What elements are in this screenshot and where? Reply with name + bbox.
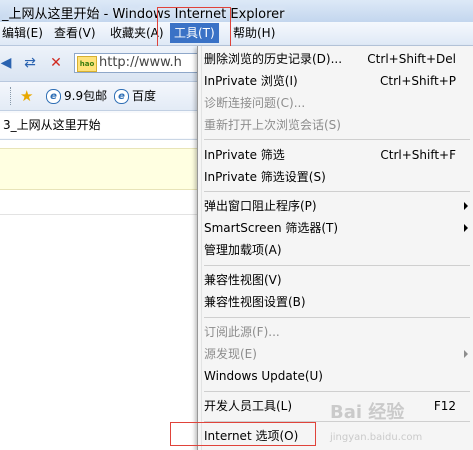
menu-item-compat-view-settings[interactable]: 兼容性视图设置(B): [204, 292, 306, 312]
menu-item-feed-discovery: 源发现(E): [204, 344, 257, 364]
menu-item-windows-update[interactable]: Windows Update(U): [204, 366, 323, 386]
menu-separator: [204, 391, 470, 392]
menu-item-label: 开发人员工具(L): [204, 399, 293, 413]
title-bar: _上网从这里开始 - Windows Internet Explorer: [0, 0, 473, 23]
site-favicon: hao: [77, 56, 97, 72]
menu-edit[interactable]: 编辑(E): [0, 25, 45, 42]
menu-item-smartscreen[interactable]: SmartScreen 筛选器(T): [204, 218, 338, 238]
menu-item-label: 管理加载项(A): [204, 243, 282, 257]
menu-item-subscribe-feed: 订阅此源(F)...: [204, 322, 280, 342]
menu-item-label: InPrivate 浏览(I): [204, 74, 298, 88]
ie-page-icon: e: [114, 89, 129, 104]
favorite-item[interactable]: e 百度: [114, 88, 156, 104]
menu-item-developer-tools[interactable]: 开发人员工具(L): [204, 396, 292, 416]
window-title: _上网从这里开始 - Windows Internet Explorer: [2, 7, 285, 22]
watermark: Bai 经验 jingyan.baidu.com: [330, 398, 422, 445]
shortcut-label: F12: [433, 399, 456, 413]
menu-item-diagnose-connection: 诊断连接问题(C)...: [204, 93, 305, 113]
menu-separator: [204, 265, 470, 266]
menu-item-label: Windows Update(U): [204, 369, 323, 383]
menu-item-label: 源发现(E): [204, 347, 257, 361]
menu-item-inprivate-filter-settings[interactable]: InPrivate 筛选设置(S): [204, 167, 326, 187]
menu-item-label: SmartScreen 筛选器(T): [204, 221, 339, 235]
menu-item-label: InPrivate 筛选: [204, 148, 285, 162]
menu-item-reopen-session: 重新打开上次浏览会话(S): [204, 115, 341, 135]
favorites-star-icon[interactable]: ★: [20, 87, 33, 105]
annotation-box-internet-options: [170, 422, 316, 446]
menu-item-label: 删除浏览的历史记录(D)...: [204, 52, 343, 66]
favorite-label: 百度: [132, 89, 157, 103]
back-icon[interactable]: ◀: [0, 53, 16, 73]
submenu-arrow-icon: [464, 224, 468, 232]
shortcut-label: Ctrl+Shift+P: [380, 74, 456, 88]
menu-item-label: 兼容性视图设置(B): [204, 295, 306, 309]
menu-item-manage-addons[interactable]: 管理加载项(A): [204, 240, 282, 260]
menu-help[interactable]: 帮助(H): [231, 25, 277, 42]
ie-page-icon: e: [46, 89, 61, 104]
menu-item-label: 弹出窗口阻止程序(P): [204, 199, 317, 213]
menu-item-label: 订阅此源(F)...: [204, 325, 280, 339]
menu-gutter: [198, 46, 202, 450]
page-divider: [0, 214, 200, 215]
menu-item-inprivate-filter[interactable]: InPrivate 筛选: [204, 145, 285, 165]
menu-item-label: InPrivate 筛选设置(S): [204, 170, 326, 184]
watermark-text: Bai 经验: [330, 402, 405, 423]
menu-item-compat-view[interactable]: 兼容性视图(V): [204, 270, 282, 290]
menu-item-delete-history[interactable]: 删除浏览的历史记录(D)...: [204, 49, 342, 69]
stop-icon[interactable]: ✕: [46, 53, 66, 73]
menu-item-inprivate-browsing[interactable]: InPrivate 浏览(I): [204, 71, 298, 91]
browser-tab[interactable]: 3_上网从这里开始: [0, 113, 204, 138]
favorite-label: 9.9包邮: [64, 89, 108, 103]
watermark-sub: jingyan.baidu.com: [330, 432, 423, 443]
address-url: http://www.h: [99, 55, 182, 70]
toolbar-grip: [10, 87, 13, 105]
menu-item-popup-blocker[interactable]: 弹出窗口阻止程序(P): [204, 196, 317, 216]
menu-item-label: 重新打开上次浏览会话(S): [204, 118, 341, 132]
submenu-arrow-icon: [464, 350, 468, 358]
menu-separator: [204, 191, 470, 192]
shortcut-label: Ctrl+Shift+Del: [367, 52, 456, 66]
tools-menu: 删除浏览的历史记录(D)... Ctrl+Shift+Del InPrivate…: [197, 46, 473, 450]
submenu-arrow-icon: [464, 202, 468, 210]
favorite-item[interactable]: e 9.9包邮: [46, 88, 107, 104]
menu-view[interactable]: 查看(V): [52, 25, 98, 42]
menu-separator: [204, 139, 470, 140]
menu-item-label: 兼容性视图(V): [204, 273, 282, 287]
annotation-box-tools: [157, 7, 231, 50]
page-notice-bar: [0, 148, 200, 190]
refresh-icon[interactable]: ⇄: [20, 53, 40, 73]
tab-title: 3_上网从这里开始: [3, 118, 101, 132]
menu-item-label: 诊断连接问题(C)...: [204, 96, 306, 110]
menu-separator: [204, 317, 470, 318]
address-input[interactable]: hao http://www.h: [74, 53, 214, 73]
menu-bar: 编辑(E) 查看(V) 收藏夹(A) 工具(T) 帮助(H): [0, 22, 473, 46]
shortcut-label: Ctrl+Shift+F: [380, 148, 456, 162]
